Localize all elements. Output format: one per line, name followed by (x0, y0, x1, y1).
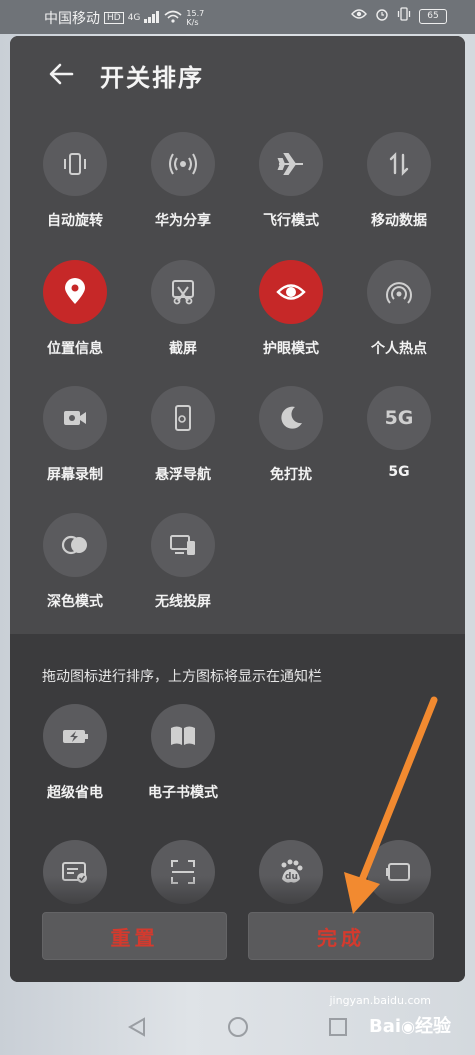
tile-floating-nav[interactable]: 悬浮导航 (133, 386, 233, 496)
tile-label: 华为分享 (155, 213, 211, 229)
screenshot-icon (172, 280, 194, 305)
tile-location[interactable]: 位置信息 (25, 260, 125, 370)
sort-hint-text: 拖动图标进行排序，上方图标将显示在通知栏 (42, 669, 322, 685)
nav-back-button[interactable] (126, 1016, 148, 1042)
dark-mode-icon (61, 535, 87, 555)
airplane-icon (277, 153, 303, 175)
page-title: 开关排序 (100, 64, 204, 92)
back-arrow-icon (49, 63, 74, 85)
tile-screen-record[interactable]: 屏幕录制 (25, 386, 125, 496)
tile-label: 悬浮导航 (155, 467, 211, 483)
tile-dark-mode[interactable]: 深色模式 (25, 513, 125, 623)
wireless-projection-icon (170, 535, 195, 555)
vibrate-icon (397, 7, 411, 25)
tile-auto-rotate[interactable]: 自动旋转 (25, 132, 125, 242)
floating-nav-icon (175, 405, 191, 431)
tile-label: 移动数据 (371, 213, 427, 229)
mobile-data-icon (389, 152, 409, 176)
tile-do-not-disturb[interactable]: 免打扰 (241, 386, 341, 496)
5g-icon: 5G (384, 407, 414, 429)
nav-recents-button[interactable] (327, 1016, 349, 1042)
square-recents-icon (329, 1018, 347, 1036)
ebook-icon (171, 726, 195, 745)
switch-sort-panel: 开关排序 自动旋转 华为分享 飞行模式 移动数据 位置信息 截屏 护眼模式 个人… (10, 36, 465, 982)
tile-airplane-mode[interactable]: 飞行模式 (241, 132, 341, 242)
location-icon (65, 278, 85, 304)
tile-label: 无线投屏 (155, 594, 211, 610)
eye-icon (276, 284, 306, 300)
tile-label: 超级省电 (47, 785, 103, 801)
battery-icon: 65 (419, 8, 447, 24)
reset-button[interactable]: 重置 (42, 912, 227, 960)
tile-ebook-mode[interactable]: 电子书模式 (133, 704, 233, 814)
tile-super-power-save[interactable]: 超级省电 (25, 704, 125, 814)
hd-badge: HD (104, 12, 124, 24)
tile-wireless-projection[interactable]: 无线投屏 (133, 513, 233, 623)
signal-icon (144, 10, 160, 26)
super-power-save-icon (63, 730, 88, 743)
triangle-back-icon (127, 1017, 145, 1037)
eye-comfort-status-icon (351, 8, 367, 24)
tile-label: 屏幕录制 (47, 467, 103, 483)
tile-huawei-share[interactable]: 华为分享 (133, 132, 233, 242)
done-button[interactable]: 完成 (248, 912, 434, 960)
wifi-icon (164, 10, 182, 26)
tile-screenshot[interactable]: 截屏 (133, 260, 233, 370)
tile-label: 护眼模式 (263, 341, 319, 357)
screen-record-icon (64, 411, 86, 425)
tile-label: 深色模式 (47, 594, 103, 610)
tile-label: 飞行模式 (263, 213, 319, 229)
circle-home-icon (228, 1017, 248, 1037)
baidu-jingyan-watermark: jingyan.baidu.com Bai◉经验 (329, 994, 451, 1037)
tile-label: 位置信息 (47, 341, 103, 357)
alarm-icon (375, 7, 389, 25)
network-type: 4G (127, 13, 141, 23)
tile-hotspot[interactable]: 个人热点 (349, 260, 449, 370)
scroll-fade (10, 876, 465, 912)
carrier-name: 中国移动 (44, 11, 100, 27)
tile-label: 自动旋转 (47, 213, 103, 229)
moon-icon (281, 406, 302, 429)
tile-label: 电子书模式 (148, 785, 218, 801)
tile-label: 截屏 (169, 341, 197, 357)
net-speed: 15.7 K/s (186, 9, 205, 27)
hotspot-icon (386, 282, 412, 304)
tile-label: 个人热点 (371, 341, 427, 357)
nav-home-button[interactable] (227, 1016, 249, 1042)
tile-eye-comfort[interactable]: 护眼模式 (241, 260, 341, 370)
tile-5g[interactable]: 5G 5G (349, 386, 449, 496)
tile-label: 免打扰 (270, 467, 312, 483)
paw-icon: ◉ (401, 1017, 415, 1036)
back-button[interactable] (46, 58, 78, 90)
huawei-share-icon (169, 153, 197, 175)
tile-label: 5G (388, 464, 410, 480)
status-bar: 中国移动 HD 4G 15.7 K/s 65 (0, 0, 475, 34)
tile-mobile-data[interactable]: 移动数据 (349, 132, 449, 242)
auto-rotate-icon (64, 153, 86, 175)
